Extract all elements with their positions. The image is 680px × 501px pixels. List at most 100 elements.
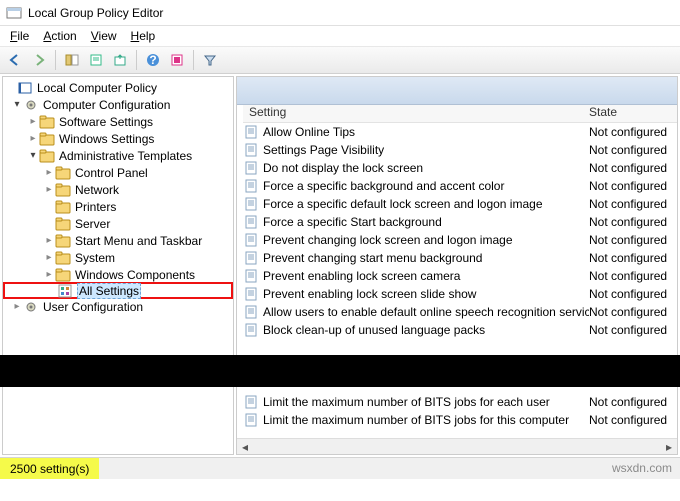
tree-root[interactable]: Local Computer Policy	[3, 79, 233, 96]
tree-all-settings[interactable]: All Settings	[3, 282, 233, 299]
tree-printers[interactable]: Printers	[3, 198, 233, 215]
twisty-icon[interactable]	[43, 269, 55, 280]
back-button[interactable]	[4, 49, 26, 71]
column-state[interactable]: State	[589, 105, 677, 122]
setting-state: Not configured	[589, 251, 677, 265]
tree-control-panel[interactable]: Control Panel	[3, 164, 233, 181]
tree-windows-components[interactable]: Windows Components	[3, 266, 233, 283]
setting-icon	[243, 412, 259, 428]
menu-action[interactable]: Action	[37, 27, 82, 45]
list-item[interactable]: Force a specific background and accent c…	[237, 177, 677, 195]
setting-state: Not configured	[589, 323, 677, 337]
scroll-left-icon[interactable]: ◂	[237, 440, 253, 454]
menu-view[interactable]: View	[85, 27, 123, 45]
list-item[interactable]: Force a specific Start backgroundNot con…	[237, 213, 677, 231]
list-item[interactable]: Force a specific default lock screen and…	[237, 195, 677, 213]
list-item[interactable]: Block clean-up of unused language packsN…	[237, 321, 677, 339]
setting-icon	[243, 250, 259, 266]
folder-icon	[39, 148, 55, 164]
tree-administrative-templates[interactable]: Administrative Templates	[3, 147, 233, 164]
setting-state: Not configured	[589, 161, 677, 175]
horizontal-scrollbar[interactable]: ◂ ▸	[237, 438, 677, 454]
setting-label: Force a specific Start background	[263, 215, 589, 229]
setting-label: Block clean-up of unused language packs	[263, 323, 589, 337]
setting-label: Force a specific background and accent c…	[263, 179, 589, 193]
twisty-icon[interactable]	[27, 133, 39, 144]
setting-state: Not configured	[589, 179, 677, 193]
list-item[interactable]: Do not display the lock screenNot config…	[237, 159, 677, 177]
setting-icon	[243, 196, 259, 212]
setting-label: Prevent changing lock screen and logon i…	[263, 233, 589, 247]
show-hide-tree-button[interactable]	[61, 49, 83, 71]
twisty-icon[interactable]	[43, 167, 55, 178]
watermark: wsxdn.com	[612, 461, 672, 475]
setting-label: Prevent enabling lock screen slide show	[263, 287, 589, 301]
folder-icon	[55, 267, 71, 283]
list-item[interactable]: Allow Online TipsNot configured	[237, 123, 677, 141]
properties-button[interactable]	[85, 49, 107, 71]
twisty-icon[interactable]	[11, 301, 23, 312]
tree-server[interactable]: Server	[3, 215, 233, 232]
setting-state: Not configured	[589, 305, 677, 319]
obscured-region	[0, 355, 680, 371]
scroll-right-icon[interactable]: ▸	[661, 440, 677, 454]
twisty-icon[interactable]	[27, 116, 39, 127]
tree-network[interactable]: Network	[3, 181, 233, 198]
filter-button[interactable]	[199, 49, 221, 71]
export-button[interactable]	[109, 49, 131, 71]
help-button[interactable]: ?	[142, 49, 164, 71]
list-item[interactable]: Prevent enabling lock screen slide showN…	[237, 285, 677, 303]
tree-system[interactable]: System	[3, 249, 233, 266]
computer-icon	[23, 97, 39, 113]
tree-software-settings[interactable]: Software Settings	[3, 113, 233, 130]
list-item[interactable]: Prevent enabling lock screen cameraNot c…	[237, 267, 677, 285]
policy-icon	[17, 80, 33, 96]
status-bar: 2500 setting(s)	[0, 457, 680, 479]
setting-icon	[243, 268, 259, 284]
list-item[interactable]: Limit the maximum number of BITS jobs fo…	[237, 411, 677, 429]
user-icon	[23, 299, 39, 315]
setting-icon	[243, 232, 259, 248]
folder-icon	[39, 131, 55, 147]
tree-user-configuration[interactable]: User Configuration	[3, 298, 233, 315]
setting-state: Not configured	[589, 413, 677, 427]
detail-pane: Setting State Allow Online TipsNot confi…	[236, 76, 678, 455]
setting-icon	[243, 286, 259, 302]
twisty-icon[interactable]	[43, 235, 55, 246]
list-item[interactable]: Prevent changing lock screen and logon i…	[237, 231, 677, 249]
detail-header-bar	[237, 77, 677, 105]
list-item[interactable]: Allow users to enable default online spe…	[237, 303, 677, 321]
refresh-button[interactable]	[166, 49, 188, 71]
svg-text:?: ?	[149, 53, 156, 67]
list-item[interactable]: Prevent changing start menu backgroundNo…	[237, 249, 677, 267]
app-icon	[6, 5, 22, 21]
list-item[interactable]: Limit the maximum number of BITS jobs fo…	[237, 393, 677, 411]
forward-button[interactable]	[28, 49, 50, 71]
setting-icon	[243, 304, 259, 320]
setting-state: Not configured	[589, 215, 677, 229]
twisty-icon[interactable]	[11, 99, 23, 110]
folder-icon	[55, 165, 71, 181]
setting-icon	[243, 178, 259, 194]
menu-help[interactable]: Help	[125, 27, 162, 45]
status-count: 2500 setting(s)	[0, 458, 99, 479]
settings-list[interactable]: Allow Online TipsNot configuredSettings …	[237, 123, 677, 438]
folder-icon	[55, 199, 71, 215]
tree-start-menu[interactable]: Start Menu and Taskbar	[3, 232, 233, 249]
list-item[interactable]: Settings Page VisibilityNot configured	[237, 141, 677, 159]
twisty-icon[interactable]	[43, 252, 55, 263]
tree-windows-settings[interactable]: Windows Settings	[3, 130, 233, 147]
setting-label: Limit the maximum number of BITS jobs fo…	[263, 395, 589, 409]
menu-file[interactable]: File	[4, 27, 35, 45]
setting-label: Prevent changing start menu background	[263, 251, 589, 265]
setting-icon	[243, 160, 259, 176]
setting-icon	[243, 322, 259, 338]
column-setting[interactable]: Setting	[243, 105, 589, 122]
twisty-icon[interactable]	[27, 150, 39, 161]
setting-label: Settings Page Visibility	[263, 143, 589, 157]
tree-pane[interactable]: Local Computer Policy Computer Configura…	[2, 76, 234, 455]
twisty-icon[interactable]	[43, 184, 55, 195]
tree-computer-configuration[interactable]: Computer Configuration	[3, 96, 233, 113]
setting-state: Not configured	[589, 233, 677, 247]
column-headers[interactable]: Setting State	[243, 105, 677, 123]
